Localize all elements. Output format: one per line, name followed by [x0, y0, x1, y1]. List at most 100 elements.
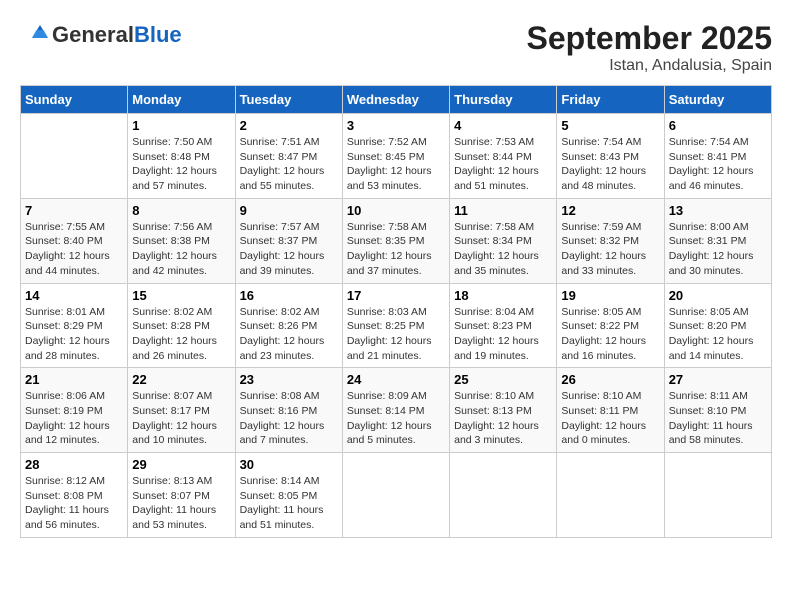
sunset: Sunset: 8:40 PM	[25, 235, 103, 247]
daylight: Daylight: 12 hours and 21 minutes.	[347, 335, 432, 362]
calendar-cell: 7 Sunrise: 7:55 AM Sunset: 8:40 PM Dayli…	[21, 198, 128, 283]
daylight: Daylight: 12 hours and 39 minutes.	[240, 250, 325, 277]
daylight: Daylight: 12 hours and 0 minutes.	[561, 420, 646, 447]
sunrise: Sunrise: 8:04 AM	[454, 306, 534, 318]
sunrise: Sunrise: 8:12 AM	[25, 475, 105, 487]
logo-blue-text: Blue	[134, 22, 182, 48]
daylight: Daylight: 12 hours and 57 minutes.	[132, 165, 217, 192]
day-number: 27	[669, 372, 767, 387]
calendar-cell	[342, 453, 449, 538]
calendar-cell: 15 Sunrise: 8:02 AM Sunset: 8:28 PM Dayl…	[128, 283, 235, 368]
title-block: September 2025 Istan, Andalusia, Spain	[527, 20, 772, 75]
calendar-cell: 2 Sunrise: 7:51 AM Sunset: 8:47 PM Dayli…	[235, 114, 342, 199]
calendar-cell: 20 Sunrise: 8:05 AM Sunset: 8:20 PM Dayl…	[664, 283, 771, 368]
calendar-cell: 24 Sunrise: 8:09 AM Sunset: 8:14 PM Dayl…	[342, 368, 449, 453]
sunrise: Sunrise: 7:51 AM	[240, 136, 320, 148]
sunset: Sunset: 8:25 PM	[347, 320, 425, 332]
page-header: GeneralBlue September 2025 Istan, Andalu…	[20, 20, 772, 75]
day-number: 10	[347, 203, 445, 218]
day-number: 6	[669, 118, 767, 133]
sunset: Sunset: 8:29 PM	[25, 320, 103, 332]
calendar-cell	[21, 114, 128, 199]
calendar-week-3: 14 Sunrise: 8:01 AM Sunset: 8:29 PM Dayl…	[21, 283, 772, 368]
day-number: 13	[669, 203, 767, 218]
sunrise: Sunrise: 8:08 AM	[240, 390, 320, 402]
day-info: Sunrise: 8:07 AM Sunset: 8:17 PM Dayligh…	[132, 389, 230, 448]
day-number: 2	[240, 118, 338, 133]
daylight: Daylight: 11 hours and 51 minutes.	[240, 504, 324, 531]
sunrise: Sunrise: 7:52 AM	[347, 136, 427, 148]
sunset: Sunset: 8:34 PM	[454, 235, 532, 247]
day-info: Sunrise: 7:56 AM Sunset: 8:38 PM Dayligh…	[132, 220, 230, 279]
calendar-cell: 4 Sunrise: 7:53 AM Sunset: 8:44 PM Dayli…	[450, 114, 557, 199]
daylight: Daylight: 12 hours and 30 minutes.	[669, 250, 754, 277]
sunset: Sunset: 8:11 PM	[561, 405, 638, 417]
day-info: Sunrise: 8:11 AM Sunset: 8:10 PM Dayligh…	[669, 389, 767, 448]
sunset: Sunset: 8:10 PM	[669, 405, 747, 417]
calendar-cell	[450, 453, 557, 538]
day-info: Sunrise: 8:10 AM Sunset: 8:11 PM Dayligh…	[561, 389, 659, 448]
daylight: Daylight: 12 hours and 42 minutes.	[132, 250, 217, 277]
calendar-cell: 27 Sunrise: 8:11 AM Sunset: 8:10 PM Dayl…	[664, 368, 771, 453]
calendar-cell: 6 Sunrise: 7:54 AM Sunset: 8:41 PM Dayli…	[664, 114, 771, 199]
header-thursday: Thursday	[450, 86, 557, 114]
sunrise: Sunrise: 7:59 AM	[561, 221, 641, 233]
day-number: 20	[669, 288, 767, 303]
calendar-cell: 17 Sunrise: 8:03 AM Sunset: 8:25 PM Dayl…	[342, 283, 449, 368]
day-info: Sunrise: 7:57 AM Sunset: 8:37 PM Dayligh…	[240, 220, 338, 279]
day-number: 14	[25, 288, 123, 303]
day-info: Sunrise: 8:09 AM Sunset: 8:14 PM Dayligh…	[347, 389, 445, 448]
day-number: 16	[240, 288, 338, 303]
sunrise: Sunrise: 8:10 AM	[454, 390, 534, 402]
day-number: 30	[240, 457, 338, 472]
daylight: Daylight: 12 hours and 16 minutes.	[561, 335, 646, 362]
sunset: Sunset: 8:19 PM	[25, 405, 103, 417]
daylight: Daylight: 12 hours and 19 minutes.	[454, 335, 539, 362]
day-number: 25	[454, 372, 552, 387]
daylight: Daylight: 12 hours and 55 minutes.	[240, 165, 325, 192]
sunrise: Sunrise: 8:01 AM	[25, 306, 105, 318]
calendar-cell: 29 Sunrise: 8:13 AM Sunset: 8:07 PM Dayl…	[128, 453, 235, 538]
calendar-cell: 8 Sunrise: 7:56 AM Sunset: 8:38 PM Dayli…	[128, 198, 235, 283]
sunrise: Sunrise: 8:02 AM	[240, 306, 320, 318]
daylight: Daylight: 12 hours and 23 minutes.	[240, 335, 325, 362]
day-info: Sunrise: 7:54 AM Sunset: 8:41 PM Dayligh…	[669, 135, 767, 194]
daylight: Daylight: 12 hours and 53 minutes.	[347, 165, 432, 192]
sunset: Sunset: 8:37 PM	[240, 235, 318, 247]
logo-icon	[20, 20, 50, 50]
sunrise: Sunrise: 7:54 AM	[561, 136, 641, 148]
day-number: 9	[240, 203, 338, 218]
calendar-cell: 22 Sunrise: 8:07 AM Sunset: 8:17 PM Dayl…	[128, 368, 235, 453]
logo: GeneralBlue	[20, 20, 182, 50]
sunset: Sunset: 8:13 PM	[454, 405, 532, 417]
day-info: Sunrise: 7:58 AM Sunset: 8:34 PM Dayligh…	[454, 220, 552, 279]
calendar-week-5: 28 Sunrise: 8:12 AM Sunset: 8:08 PM Dayl…	[21, 453, 772, 538]
sunset: Sunset: 8:43 PM	[561, 151, 639, 163]
day-info: Sunrise: 8:00 AM Sunset: 8:31 PM Dayligh…	[669, 220, 767, 279]
sunrise: Sunrise: 8:09 AM	[347, 390, 427, 402]
day-number: 8	[132, 203, 230, 218]
day-number: 26	[561, 372, 659, 387]
sunrise: Sunrise: 8:03 AM	[347, 306, 427, 318]
day-info: Sunrise: 8:12 AM Sunset: 8:08 PM Dayligh…	[25, 474, 123, 533]
header-saturday: Saturday	[664, 86, 771, 114]
daylight: Daylight: 12 hours and 10 minutes.	[132, 420, 217, 447]
daylight: Daylight: 12 hours and 5 minutes.	[347, 420, 432, 447]
sunrise: Sunrise: 8:07 AM	[132, 390, 212, 402]
day-number: 1	[132, 118, 230, 133]
calendar-cell: 10 Sunrise: 7:58 AM Sunset: 8:35 PM Dayl…	[342, 198, 449, 283]
day-number: 29	[132, 457, 230, 472]
logo-general-text: General	[52, 22, 134, 48]
sunset: Sunset: 8:47 PM	[240, 151, 318, 163]
calendar-cell: 18 Sunrise: 8:04 AM Sunset: 8:23 PM Dayl…	[450, 283, 557, 368]
calendar-week-1: 1 Sunrise: 7:50 AM Sunset: 8:48 PM Dayli…	[21, 114, 772, 199]
calendar-cell	[664, 453, 771, 538]
day-info: Sunrise: 8:14 AM Sunset: 8:05 PM Dayligh…	[240, 474, 338, 533]
daylight: Daylight: 12 hours and 48 minutes.	[561, 165, 646, 192]
sunset: Sunset: 8:44 PM	[454, 151, 532, 163]
day-info: Sunrise: 8:13 AM Sunset: 8:07 PM Dayligh…	[132, 474, 230, 533]
calendar-cell: 26 Sunrise: 8:10 AM Sunset: 8:11 PM Dayl…	[557, 368, 664, 453]
header-wednesday: Wednesday	[342, 86, 449, 114]
day-info: Sunrise: 8:10 AM Sunset: 8:13 PM Dayligh…	[454, 389, 552, 448]
day-info: Sunrise: 7:59 AM Sunset: 8:32 PM Dayligh…	[561, 220, 659, 279]
